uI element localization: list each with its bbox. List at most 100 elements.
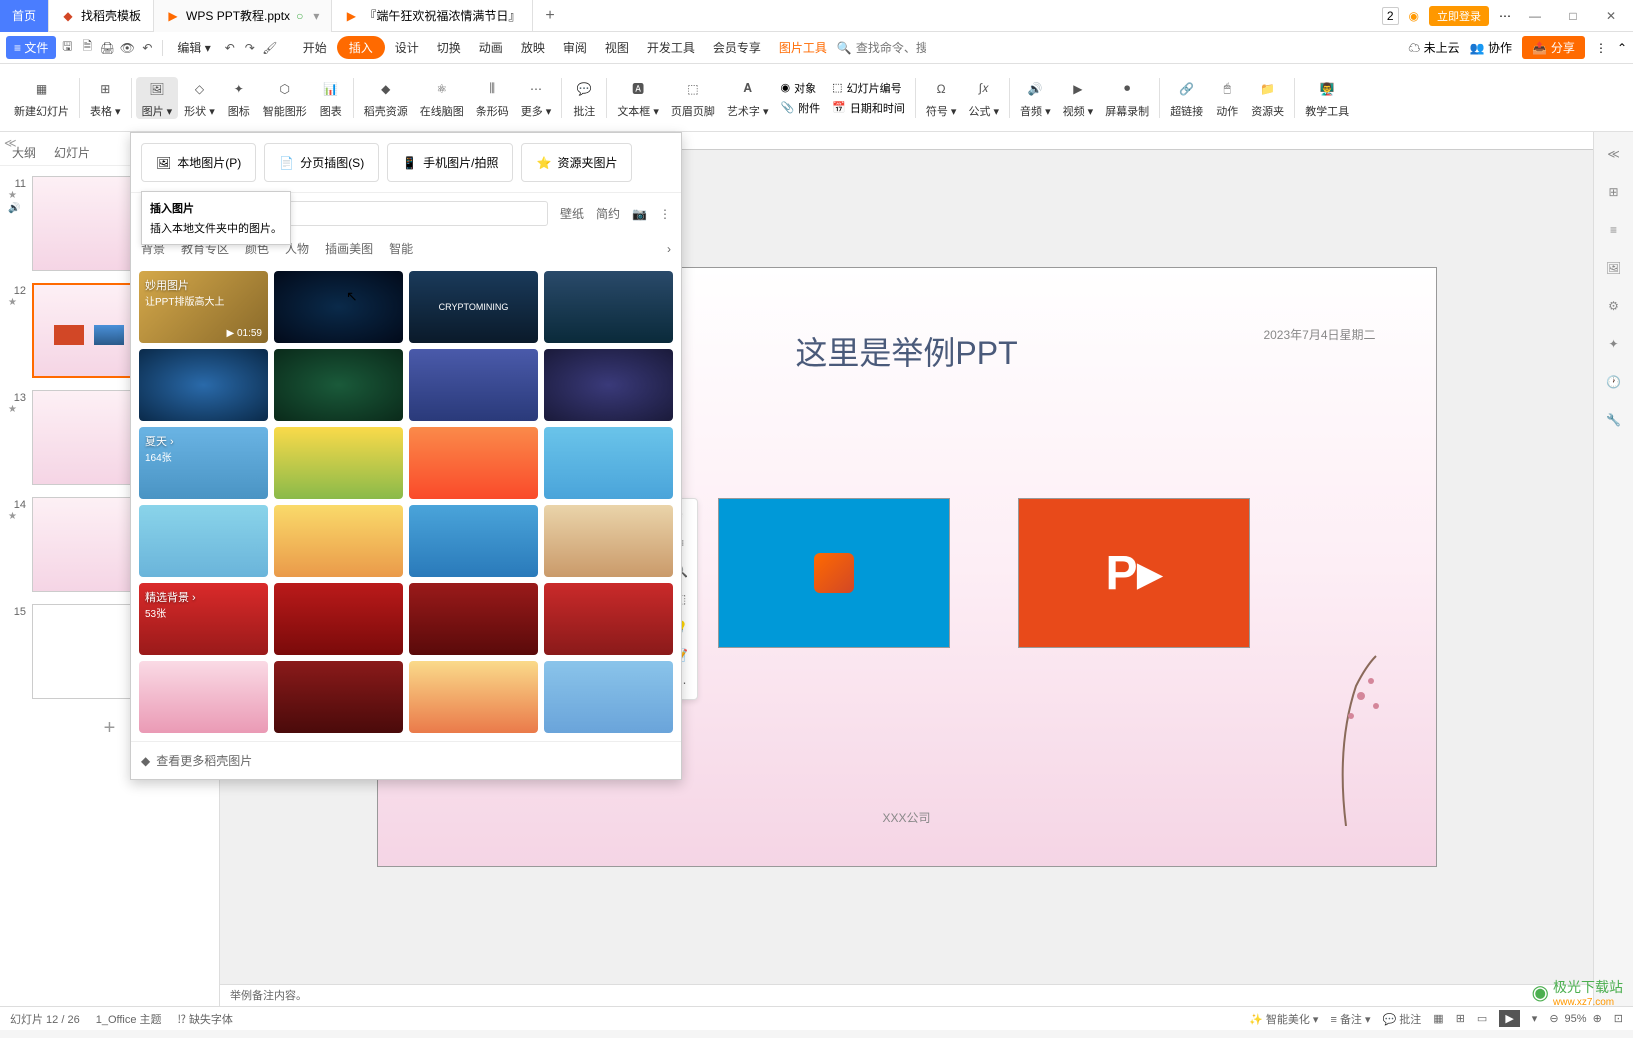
grid-image[interactable] [274,271,403,343]
ribbon-slide-number[interactable]: ⬚幻灯片编号 [832,80,905,96]
ribbon-barcode[interactable]: ⫼条形码 [470,77,515,119]
tab-current-file[interactable]: ▶ WPS PPT教程.pptx ○ ▾ [154,0,332,32]
grid-image[interactable] [274,661,403,733]
new-tab-button[interactable]: + [533,7,566,25]
saveas-icon[interactable]: 🗎 [78,39,96,57]
grid-image[interactable] [274,583,403,655]
grid-image[interactable] [409,505,538,577]
tab-other-file[interactable]: ▶ 『端午狂欢祝福浓情满节日』 [332,0,533,32]
ribbon-mindmap[interactable]: ⚛在线脑图 [414,77,470,119]
ribbon-hyperlink[interactable]: 🔗超链接 [1164,77,1209,119]
ribbon-smartart[interactable]: ⬡智能图形 [257,77,313,119]
ribbon-attachment[interactable]: 📎附件 [780,100,820,116]
tab-slideshow[interactable]: 放映 [513,36,553,59]
login-button[interactable]: 立即登录 [1429,6,1489,26]
grid-image[interactable] [139,505,268,577]
share-button[interactable]: 📤 分享 [1522,36,1585,59]
tab-pic-tools[interactable]: 图片工具 [771,36,835,59]
grid-image[interactable] [544,271,673,343]
tab-member[interactable]: 会员专享 [705,36,769,59]
ribbon-wordart[interactable]: 𝐀艺术字 ▾ [721,77,775,119]
view-reading-icon[interactable]: ▭ [1477,1012,1487,1025]
menu-icon[interactable]: ⋯ [1499,9,1511,23]
zoom-level[interactable]: 95% [1565,1013,1587,1025]
side-select-button[interactable]: ⊞ [1602,180,1626,204]
format-painter-icon[interactable]: 🖌 [261,39,279,57]
camera-icon[interactable]: 📷 [632,207,647,221]
collab-button[interactable]: 👥 协作 [1470,39,1512,56]
zoom-in-button[interactable]: ⊕ [1593,1012,1602,1025]
slides-tab[interactable]: 幻灯片 [54,140,90,165]
save-icon[interactable]: 🖫 [58,39,76,57]
grid-image[interactable] [409,349,538,421]
collapse-ribbon-icon[interactable]: ⌃ [1617,41,1627,55]
more-menu-icon[interactable]: ⋮ [1595,41,1607,55]
side-settings-button[interactable]: ⚙ [1602,294,1626,318]
maximize-button[interactable]: □ [1559,9,1587,23]
tab-home[interactable]: 首页 [0,0,49,32]
redo-icon[interactable]: ↷ [241,39,259,57]
cat-smart[interactable]: 智能 [389,240,413,257]
undo2-icon[interactable]: ↶ [221,39,239,57]
more-filter-icon[interactable]: ⋮ [659,207,671,221]
view-normal-icon[interactable]: ▦ [1433,1012,1443,1025]
ribbon-datetime[interactable]: 📅日期和时间 [832,100,905,116]
grid-image[interactable] [409,583,538,655]
ribbon-resources[interactable]: 📁资源夹 [1245,77,1290,119]
close-button[interactable]: ✕ [1597,9,1625,23]
summer-collection[interactable]: 夏天 › 164张 [139,427,268,499]
theme-name[interactable]: 1_Office 主题 [96,1011,162,1027]
ribbon-screen-record[interactable]: ⏺屏幕录制 [1099,77,1155,119]
tab-template[interactable]: ◆ 找稻壳模板 [49,0,154,32]
ribbon-header-footer[interactable]: ⬚页眉页脚 [665,77,721,119]
ribbon-docer[interactable]: ◆稻壳资源 [358,77,414,119]
cloud-status[interactable]: ☁ 未上云 [1408,39,1459,56]
featured-bg-collection[interactable]: 精选背景 › 53张 [139,583,268,655]
tab-review[interactable]: 审阅 [555,36,595,59]
page-insert-button[interactable]: 📄分页插图(S) [264,143,379,182]
tab-transition[interactable]: 切换 [429,36,469,59]
edit-menu[interactable]: 编辑 ▾ [169,36,218,59]
grid-image[interactable] [274,349,403,421]
collapse-panel-icon[interactable]: ≪ [4,136,17,150]
grid-image[interactable] [274,427,403,499]
notes-bar[interactable]: 举例备注内容。 [220,984,1593,1006]
grid-image[interactable] [274,505,403,577]
ribbon-shape[interactable]: ◇形状 ▾ [178,77,221,119]
grid-image[interactable] [544,505,673,577]
notes-toggle[interactable]: ≡ 备注 ▾ [1330,1011,1370,1027]
resource-image-button[interactable]: ⭐资源夹图片 [521,143,632,182]
search-input[interactable] [856,41,926,55]
ribbon-chart[interactable]: 📊图表 [313,77,349,119]
ribbon-symbol[interactable]: Ω符号 ▾ [920,77,963,119]
view-sorter-icon[interactable]: ⊞ [1456,1012,1465,1025]
tab-animation[interactable]: 动画 [471,36,511,59]
ribbon-textbox[interactable]: 🅰文本框 ▾ [611,77,665,119]
settings-icon[interactable]: ◉ [1409,9,1419,23]
ribbon-object[interactable]: ◉对象 [780,80,820,96]
grid-image[interactable] [544,661,673,733]
file-menu[interactable]: ≡ 文件 [6,36,56,59]
side-image-button[interactable]: 🖼 [1602,256,1626,280]
promo-video[interactable]: 妙用图片 让PPT排版高大上 ▶ 01:59 [139,271,268,343]
grid-image[interactable] [544,349,673,421]
grid-image[interactable] [409,427,538,499]
ribbon-comment[interactable]: 💬批注 [566,77,602,119]
view-dropdown-icon[interactable]: ▾ [1532,1012,1538,1025]
fit-button[interactable]: ⊡ [1614,1012,1623,1025]
filter-wallpaper[interactable]: 壁纸 [560,205,584,222]
badge-icon[interactable]: 2 [1382,7,1399,25]
grid-image[interactable] [139,661,268,733]
undo-icon[interactable]: ↶ [138,39,156,57]
slide-title[interactable]: 这里是举例PPT [795,328,1017,374]
smart-beautify-button[interactable]: ✨ 智能美化 ▾ [1249,1011,1318,1027]
side-animation-button[interactable]: ✦ [1602,332,1626,356]
grid-image[interactable]: CRYPTOMINING [409,271,538,343]
cat-illustration[interactable]: 插画美图 [325,240,373,257]
preview-icon[interactable]: 👁 [118,39,136,57]
tab-insert[interactable]: 插入 [337,36,385,59]
tab-design[interactable]: 设计 [387,36,427,59]
filter-simple[interactable]: 简约 [596,205,620,222]
command-search[interactable]: 🔍 [837,41,926,55]
grid-image[interactable] [139,349,268,421]
